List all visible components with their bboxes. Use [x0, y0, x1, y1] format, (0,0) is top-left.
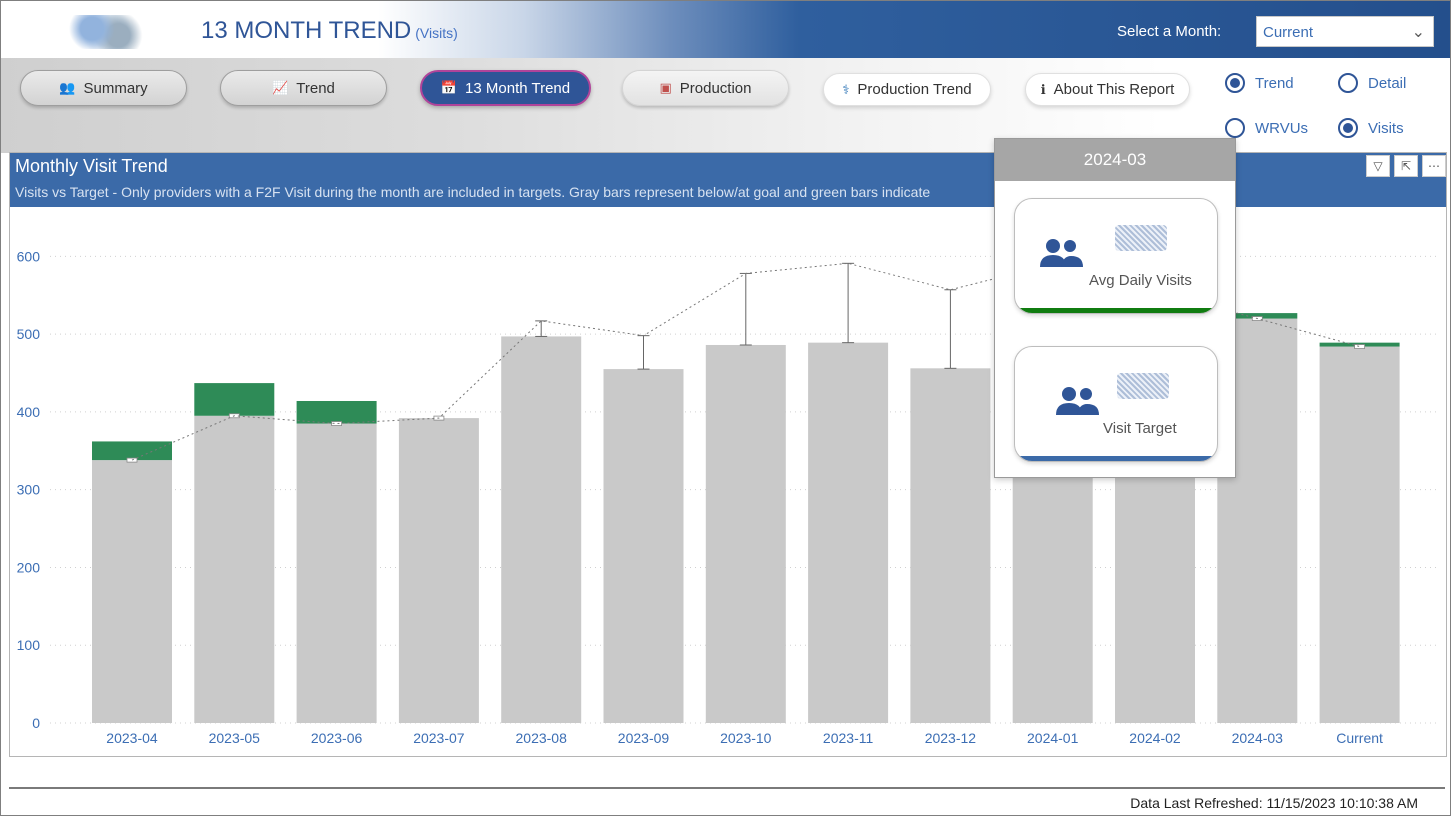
calendar-icon: 📅	[440, 80, 458, 95]
radio-circle-selected	[1338, 118, 1358, 138]
radio-wrvus-label: WRVUs	[1255, 119, 1309, 137]
info-icon: ℹ	[1040, 81, 1046, 97]
y-tick-label: 200	[17, 559, 41, 575]
x-tick-label: 2024-02	[1129, 730, 1181, 746]
x-tick-label: 2023-07	[413, 730, 465, 746]
data-refreshed-text: Data Last Refreshed: 11/15/2023 10:10:38…	[1130, 795, 1418, 811]
radio-trend-label: Trend	[1255, 74, 1294, 92]
radio-detail-label: Detail	[1368, 74, 1407, 92]
y-tick-label: 400	[17, 404, 41, 420]
kpi-label: Visit Target	[1103, 420, 1177, 437]
bar-below-goal	[705, 344, 786, 723]
radio-wrvus[interactable]: WRVUs	[1225, 118, 1308, 138]
x-tick-label: 2024-03	[1232, 730, 1284, 746]
bar-above-goal	[194, 383, 275, 416]
avg-daily-visits-card: Avg Daily Visits	[1014, 198, 1218, 314]
caduceus-icon: ⚕	[842, 81, 850, 97]
x-tick-label: 2023-08	[516, 730, 568, 746]
bar-below-goal	[296, 423, 377, 723]
page-title: 13 MONTH TREND (Visits)	[201, 17, 458, 45]
y-tick-label: 600	[17, 248, 41, 264]
radio-circle	[1225, 118, 1245, 138]
about-report-label: About This Report	[1053, 81, 1175, 98]
trend-button-label: Trend	[296, 79, 335, 97]
x-tick-label: 2023-05	[209, 730, 261, 746]
people-icon: 👥	[59, 80, 76, 95]
bar-below-goal	[1319, 346, 1400, 723]
radio-circle-selected	[1225, 73, 1245, 93]
y-tick-label: 100	[17, 637, 41, 653]
kpi-status-bar	[1015, 456, 1217, 461]
bar-below-goal	[501, 336, 582, 723]
trend-chart-icon: 📈	[272, 80, 289, 95]
factory-icon: ▣	[659, 80, 672, 95]
bar-below-goal	[194, 415, 275, 723]
report-page: 13 MONTH TREND (Visits) Select a Month: C…	[0, 0, 1451, 816]
footer-divider	[9, 787, 1445, 789]
radio-trend[interactable]: Trend	[1225, 73, 1294, 93]
x-tick-label: 2023-04	[106, 730, 158, 746]
bar-below-goal	[92, 460, 172, 723]
production-button[interactable]: ▣ Production	[622, 70, 789, 106]
page-title-text: 13 MONTH TREND	[201, 17, 412, 44]
bar-below-goal	[1012, 458, 1093, 723]
bar-below-goal	[398, 418, 479, 723]
month-select-value: Current	[1263, 24, 1314, 41]
radio-visits[interactable]: Visits	[1338, 118, 1404, 138]
x-tick-label: Current	[1336, 730, 1383, 746]
about-report-button[interactable]: ℹ About This Report	[1025, 73, 1190, 106]
target-marker	[1354, 344, 1365, 349]
production-trend-button[interactable]: ⚕ Production Trend	[823, 73, 991, 106]
bar-above-goal	[92, 441, 172, 461]
x-tick-label: 2023-11	[823, 730, 874, 746]
production-trend-label: Production Trend	[857, 81, 972, 98]
x-tick-label: 2023-10	[720, 730, 772, 746]
redacted-value	[1115, 225, 1167, 251]
x-tick-label: 2023-12	[925, 730, 977, 746]
y-tick-label: 300	[17, 482, 41, 498]
kpi-label: Avg Daily Visits	[1089, 272, 1192, 289]
month-label: Select a Month:	[1117, 23, 1222, 40]
visual-title: Monthly Visit Trend	[15, 156, 168, 176]
radio-detail[interactable]: Detail	[1338, 73, 1406, 93]
y-tick-label: 500	[17, 326, 41, 342]
thirteen-month-trend-label: 13 Month Trend	[465, 79, 571, 97]
page-title-sub: (Visits)	[415, 25, 458, 41]
radio-circle	[1338, 73, 1358, 93]
bar-above-goal	[296, 400, 377, 424]
people-icon	[1056, 387, 1099, 415]
focus-mode-icon[interactable]: ⇱	[1394, 155, 1418, 177]
redacted-value	[1117, 373, 1169, 399]
tooltip-month: 2024-03	[995, 139, 1235, 181]
x-tick-label: 2024-01	[1027, 730, 1079, 746]
bar-below-goal	[603, 369, 684, 723]
month-select[interactable]: Current ⌄	[1256, 16, 1434, 47]
bar-below-goal	[1115, 458, 1195, 723]
header-bar: 13 MONTH TREND (Visits) Select a Month: C…	[1, 1, 1450, 58]
y-tick-label: 0	[32, 715, 40, 731]
visit-target-card: Visit Target	[1014, 346, 1218, 462]
x-tick-label: 2023-06	[311, 730, 363, 746]
trend-button[interactable]: 📈 Trend	[220, 70, 387, 106]
thirteen-month-trend-button[interactable]: 📅 13 Month Trend	[420, 70, 591, 106]
visual-subtitle: Visits vs Target - Only providers with a…	[15, 184, 931, 200]
tooltip-popup: 2024-03 Avg Daily Visits Visit Target	[994, 138, 1236, 478]
x-tick-label: 2023-09	[618, 730, 670, 746]
summary-button-label: Summary	[83, 79, 148, 97]
filter-icon[interactable]: ▽	[1366, 155, 1390, 177]
kpi-status-bar	[1015, 308, 1217, 313]
bar-below-goal	[910, 368, 991, 723]
bar-below-goal	[808, 342, 889, 723]
production-button-label: Production	[679, 79, 752, 97]
chevron-down-icon: ⌄	[1411, 24, 1425, 41]
radio-visits-label: Visits	[1368, 119, 1404, 137]
more-options-icon[interactable]: ⋯	[1422, 155, 1446, 177]
people-icon	[1040, 239, 1083, 267]
summary-button[interactable]: 👥 Summary	[20, 70, 187, 106]
organization-logo	[69, 15, 145, 49]
